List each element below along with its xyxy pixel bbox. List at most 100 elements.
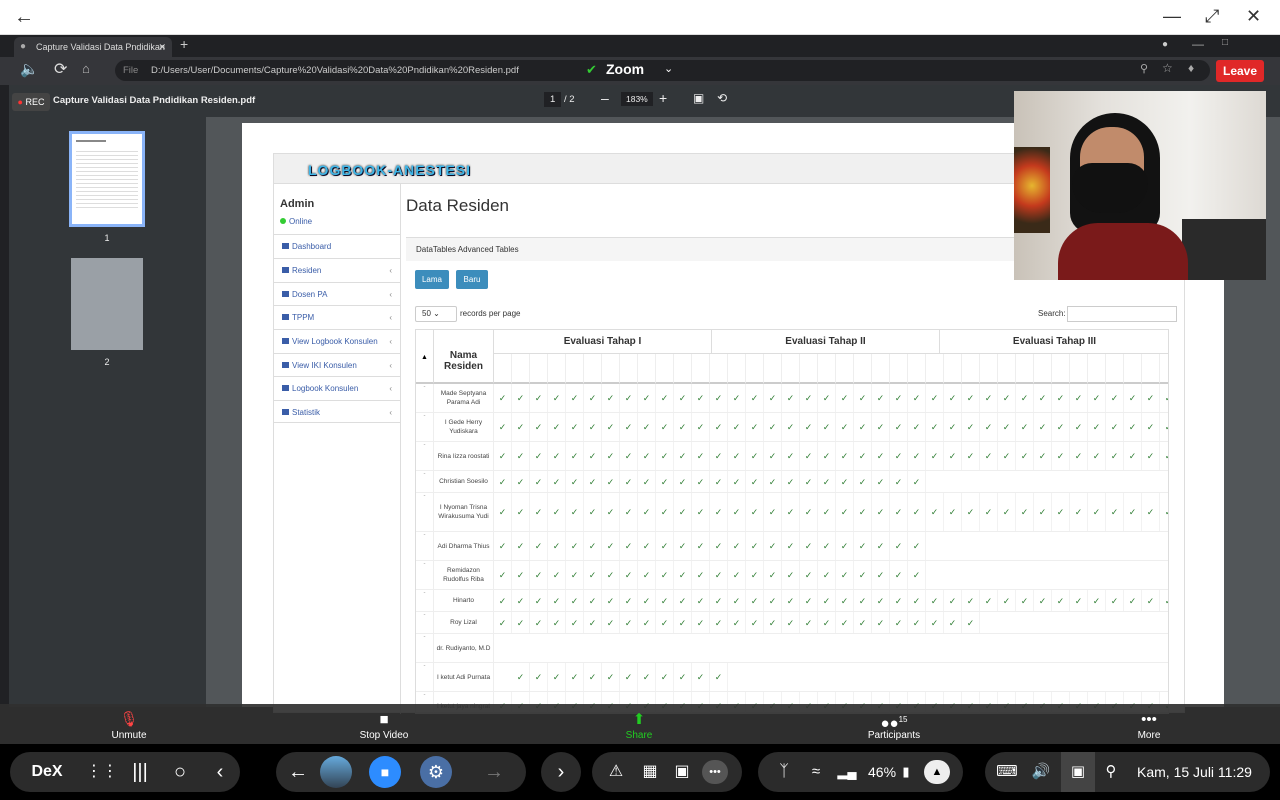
dex-button[interactable]: DeX — [22, 752, 72, 792]
chevron-down-icon[interactable]: ⌄ — [664, 62, 673, 75]
stop-video-button[interactable]: ■ Stop Video — [339, 710, 429, 741]
zoom-level-input[interactable]: 183% — [621, 92, 653, 106]
recents-icon[interactable]: ||| — [128, 752, 152, 792]
row-expand-control[interactable]: - — [416, 384, 434, 412]
apps-grid-icon[interactable]: ⋮⋮ — [86, 752, 118, 792]
row-expand-control[interactable]: - — [416, 442, 434, 470]
speaker-icon[interactable]: 🔈 — [20, 60, 39, 78]
chevron-up-icon[interactable]: ▲ — [924, 760, 950, 784]
table-row[interactable]: - Remidazon Rudolfus Riba ✓ ✓ ✓ ✓ ✓ ✓ ✓ ✓ ✓ ✓ ✓ ✓ ✓ ✓ ✓ ✓… — [416, 561, 1168, 590]
sub-column-header[interactable] — [566, 354, 584, 384]
participants-button[interactable]: ●●15 Participants — [849, 710, 939, 741]
more-notifications-icon[interactable]: ••• — [702, 760, 728, 784]
zoom-magnifier-icon[interactable]: ⚲ — [1140, 62, 1148, 75]
sidebar-item-residen[interactable]: Residen ‹ — [274, 258, 400, 281]
sub-column-header[interactable] — [836, 354, 854, 384]
image-icon[interactable]: ▦ — [636, 752, 664, 792]
screenshot-icon[interactable]: ▣ — [1061, 752, 1095, 792]
sub-column-header[interactable] — [728, 354, 746, 384]
home-circle-icon[interactable]: ○ — [168, 752, 192, 792]
sub-column-header[interactable] — [890, 354, 908, 384]
bluetooth-icon[interactable]: ᛉ — [772, 752, 796, 792]
table-row[interactable]: -I Nyoman Trisna Wirakusuma Yudi ✓ ✓ ✓ ✓ ✓ ✓ ✓ ✓… — [416, 493, 1168, 532]
gallery-app-icon[interactable] — [320, 756, 352, 788]
leave-button[interactable]: Leave — [1216, 60, 1264, 82]
sub-column-header[interactable] — [1034, 354, 1052, 384]
sub-column-header[interactable] — [746, 354, 764, 384]
records-per-page-select[interactable]: 50 ⌄ — [415, 306, 457, 322]
sub-column-header[interactable] — [1016, 354, 1034, 384]
arrow-right-icon[interactable]: → — [472, 752, 516, 792]
back-arrow-icon[interactable]: ← — [14, 6, 34, 29]
table-row[interactable]: - Christian Soesilo ✓ ✓ ✓ ✓ ✓ ✓ ✓ ✓ ✓ ✓ ✓ ✓ ✓ ✓ ✓ ✓ ✓ ✓ ✓ ✓ ✓ ✓… — [416, 471, 1168, 493]
arrow-left-icon[interactable]: ← — [276, 752, 320, 792]
sidebar-item-dosen-pa[interactable]: Dosen PA ‹ — [274, 282, 400, 305]
row-expand-control[interactable]: - — [416, 493, 434, 531]
keyboard-icon[interactable]: ⌨ — [995, 752, 1019, 792]
sub-column-header[interactable] — [998, 354, 1016, 384]
sub-column-header[interactable] — [962, 354, 980, 384]
warning-icon[interactable]: ⚠ — [602, 752, 630, 792]
tab-close-icon[interactable]: ✕ — [158, 37, 166, 57]
sub-column-header[interactable] — [782, 354, 800, 384]
row-expand-control[interactable]: - — [416, 413, 434, 441]
thumbnail-page-1[interactable] — [69, 131, 145, 227]
sub-column-header[interactable] — [1070, 354, 1088, 384]
sidebar-item-tppm[interactable]: TPPM ‹ — [274, 305, 400, 328]
sub-column-header[interactable] — [530, 354, 548, 384]
table-row[interactable]: - dr. Rudiyanto, M.D — [416, 634, 1168, 663]
table-row[interactable]: - Adi Dharma Thius ✓ ✓ ✓ ✓ ✓ ✓ ✓ ✓ ✓ ✓ ✓ ✓ ✓ ✓ ✓ ✓ ✓ ✓ ✓ ✓ ✓ ✓ ✓… — [416, 532, 1168, 561]
row-expand-control[interactable]: - — [416, 471, 434, 492]
row-expand-control[interactable]: - — [416, 634, 434, 662]
search-icon[interactable]: ⚲ — [1099, 752, 1123, 792]
volume-icon[interactable]: 🔊 — [1029, 752, 1053, 792]
sub-column-header[interactable] — [584, 354, 602, 384]
search-input[interactable] — [1066, 306, 1177, 322]
sub-column-header[interactable] — [872, 354, 890, 384]
rotate-icon[interactable]: ⟲ — [717, 91, 727, 105]
unmute-button[interactable]: 🎙 Unmute — [84, 710, 174, 741]
sub-column-header[interactable] — [1142, 354, 1160, 384]
star-icon[interactable]: ☆ — [1162, 61, 1173, 75]
name-column-header[interactable]: Nama Residen — [434, 330, 494, 384]
settings-gear-icon[interactable]: ⚙ — [420, 756, 452, 788]
table-row[interactable]: - Made Septyana Parama Adi ✓ ✓ ✓ ✓ ✓ ✓ ✓ ✓ ✓ ✓ ✓ ✓ ✓ ✓ ✓… — [416, 384, 1168, 413]
minimize-window-icon[interactable]: — — [1192, 37, 1204, 51]
sub-column-header[interactable] — [1106, 354, 1124, 384]
row-expand-control[interactable]: - — [416, 612, 434, 633]
share-button[interactable]: ⬆ Share — [594, 710, 684, 741]
sub-column-header[interactable] — [1160, 354, 1168, 384]
sub-column-header[interactable] — [656, 354, 674, 384]
screen-rotate-icon[interactable]: ⟳ — [54, 59, 67, 79]
sub-column-header[interactable] — [818, 354, 836, 384]
table-row[interactable]: - Rina Iizza roostati ✓ ✓ ✓ ✓ ✓ ✓ ✓ ✓ ✓ ✓ ✓ ✓ ✓ ✓ ✓ ✓ ✓ ✓ ✓ ✓… — [416, 442, 1168, 471]
zoom-in-icon[interactable]: + — [659, 90, 667, 106]
sidebar-item-view-logbook-konsulen[interactable]: View Logbook Konsulen ‹ — [274, 329, 400, 352]
wifi-icon[interactable]: ≈ — [804, 752, 828, 792]
sub-column-header[interactable] — [512, 354, 530, 384]
sub-column-header[interactable] — [710, 354, 728, 384]
sidebar-item-logbook-konsulen[interactable]: Logbook Konsulen ‹ — [274, 376, 400, 399]
sub-column-header[interactable] — [638, 354, 656, 384]
zoom-out-icon[interactable]: – — [601, 90, 609, 106]
restore-window-icon[interactable]: □ — [1222, 37, 1228, 48]
browser-tab[interactable]: ● Capture Validasi Data Pndidikan ✕ — [14, 37, 172, 57]
sub-column-header[interactable] — [908, 354, 926, 384]
thumbnail-page-2[interactable] — [71, 258, 143, 350]
sub-column-header[interactable] — [1052, 354, 1070, 384]
minimize-icon[interactable]: — — [1163, 6, 1181, 27]
contact-icon[interactable]: ▣ — [668, 752, 696, 792]
zoom-title[interactable]: Zoom — [606, 61, 644, 77]
table-row[interactable]: -I ketut Adi Purnata ✓ ✓ ✓ ✓ ✓ ✓ ✓ ✓ ✓ ✓ ✓ ✓ — [416, 663, 1168, 692]
sort-column-header[interactable]: ▲ — [416, 330, 434, 384]
url-field[interactable]: File D:/Users/User/Documents/Capture%20V… — [115, 60, 1210, 81]
participant-video[interactable] — [1014, 91, 1266, 280]
account-icon[interactable]: ● — [1162, 39, 1168, 50]
more-button[interactable]: ••• More — [1104, 710, 1194, 741]
sub-column-header[interactable] — [692, 354, 710, 384]
fit-page-icon[interactable]: ▣ — [693, 91, 704, 105]
sub-column-header[interactable] — [926, 354, 944, 384]
sub-column-header[interactable] — [1124, 354, 1142, 384]
sub-column-header[interactable] — [764, 354, 782, 384]
page-number-input[interactable]: 1 — [544, 92, 562, 107]
